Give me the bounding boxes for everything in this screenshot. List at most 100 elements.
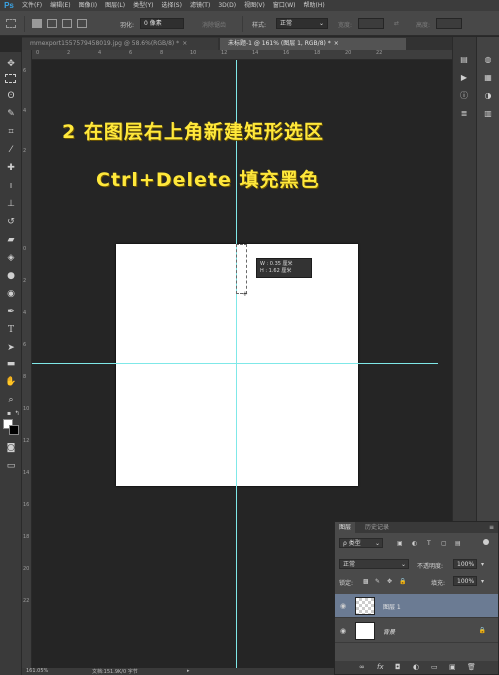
menu-3d[interactable]: 3D(D) bbox=[214, 0, 240, 11]
layer-name[interactable]: 背景 bbox=[383, 627, 395, 636]
fill-input[interactable]: 100% bbox=[453, 576, 477, 586]
new-group-icon[interactable]: ▭ bbox=[431, 663, 438, 671]
lock-pixels-icon[interactable]: ✎ bbox=[375, 578, 380, 585]
tab-untitled-1[interactable]: 未标题-1 @ 161% (图层 1, RGB/8) * × bbox=[220, 38, 406, 50]
lasso-tool-icon[interactable]: ʘ bbox=[4, 90, 18, 102]
swatches-panel-icon[interactable]: ▦ bbox=[482, 73, 494, 83]
layer-filter-select[interactable]: ρ 类型 ⌄ bbox=[339, 538, 383, 548]
crop-tool-icon[interactable]: ⌗ bbox=[4, 126, 18, 138]
paint-bucket-tool-icon[interactable]: ◈ bbox=[4, 252, 18, 264]
rectangular-marquee-tool-icon[interactable] bbox=[5, 74, 16, 83]
screen-mode-icon[interactable]: ▭ bbox=[4, 460, 18, 472]
ruler-horizontal[interactable]: 0 2 4 6 8 10 12 14 16 18 20 22 bbox=[22, 50, 452, 60]
eyedropper-tool-icon[interactable]: ⁄ bbox=[4, 144, 18, 156]
marquee-selection[interactable] bbox=[236, 244, 247, 294]
pixel-filter-icon[interactable]: ▣ bbox=[397, 540, 403, 547]
filter-toggle-icon[interactable] bbox=[483, 539, 489, 545]
fill-slider-icon[interactable]: ▾ bbox=[481, 578, 484, 585]
blur-tool-icon[interactable]: ● bbox=[4, 270, 18, 282]
tab-layers[interactable]: 图层 bbox=[335, 522, 356, 533]
style-value: 正常 bbox=[280, 20, 293, 27]
path-selection-tool-icon[interactable]: ➤ bbox=[4, 342, 18, 354]
tab-mmexport[interactable]: mmexport1557579458019.jpg @ 58.6%(RGB/8)… bbox=[22, 38, 218, 50]
new-layer-icon[interactable]: ▣ bbox=[449, 663, 456, 671]
actions-panel-icon[interactable]: ▶ bbox=[458, 73, 470, 83]
adjustment-layer-icon[interactable]: ◐ bbox=[413, 663, 419, 671]
swap-icon[interactable]: ⇄ bbox=[394, 20, 399, 27]
history-brush-tool-icon[interactable]: ↺ bbox=[4, 216, 18, 228]
style-select[interactable]: 正常 ⌄ bbox=[276, 18, 328, 29]
menu-edit[interactable]: 编辑(E) bbox=[46, 0, 74, 11]
menu-layer[interactable]: 图层(L) bbox=[101, 0, 129, 11]
status-arrow-icon[interactable]: ▸ bbox=[187, 668, 190, 674]
background-color-swatch[interactable] bbox=[9, 425, 19, 435]
layer-name[interactable]: 图层 1 bbox=[383, 602, 401, 611]
lock-transparent-icon[interactable]: ▩ bbox=[363, 578, 369, 585]
color-panel-icon[interactable]: ◍ bbox=[482, 55, 494, 65]
antialias-checkbox[interactable]: 消除锯齿 bbox=[202, 20, 226, 29]
quick-mask-icon[interactable]: ◙ bbox=[4, 442, 18, 454]
pen-tool-icon[interactable]: ✒ bbox=[4, 306, 18, 318]
vertical-guide[interactable] bbox=[236, 60, 237, 668]
menu-type[interactable]: 类型(Y) bbox=[129, 0, 157, 11]
delete-layer-icon[interactable]: 🗑 bbox=[467, 663, 476, 671]
type-tool-icon[interactable]: T bbox=[4, 324, 18, 336]
menu-file[interactable]: 文件(F) bbox=[18, 0, 46, 11]
add-selection-icon[interactable] bbox=[47, 19, 57, 28]
history-panel-icon[interactable]: ▤ bbox=[458, 55, 470, 65]
menu-filter[interactable]: 滤镜(T) bbox=[186, 0, 214, 11]
clone-stamp-tool-icon[interactable]: ⊥ bbox=[4, 198, 18, 210]
dodge-tool-icon[interactable]: ◉ bbox=[4, 288, 18, 300]
styles-panel-icon[interactable]: ▥ bbox=[482, 109, 494, 119]
type-filter-icon[interactable]: T bbox=[427, 540, 431, 547]
adjustment-filter-icon[interactable]: ◐ bbox=[412, 540, 417, 547]
tab-history[interactable]: 历史记录 bbox=[361, 522, 393, 533]
lock-position-icon[interactable]: ✥ bbox=[387, 578, 392, 585]
link-layers-icon[interactable]: ∞ bbox=[359, 663, 365, 671]
menu-select[interactable]: 选择(S) bbox=[157, 0, 186, 11]
eraser-tool-icon[interactable]: ▰ bbox=[4, 234, 18, 246]
visibility-eye-icon[interactable]: ◉ bbox=[340, 602, 346, 610]
width-input[interactable] bbox=[358, 18, 384, 29]
move-tool-icon[interactable]: ✥ bbox=[4, 58, 18, 70]
hand-tool-icon[interactable]: ✋ bbox=[4, 376, 18, 388]
height-input[interactable] bbox=[436, 18, 462, 29]
menu-image[interactable]: 图像(I) bbox=[75, 0, 101, 11]
marquee-tool-preset-icon[interactable] bbox=[6, 19, 16, 28]
blend-mode-select[interactable]: 正常 ⌄ bbox=[339, 559, 409, 569]
rectangle-tool-icon[interactable]: ▬ bbox=[4, 358, 18, 370]
photoshop-window: Ps 文件(F) 编辑(E) 图像(I) 图层(L) 类型(Y) 选择(S) 滤… bbox=[0, 0, 499, 675]
opacity-slider-icon[interactable]: ▾ bbox=[481, 561, 484, 568]
opacity-input[interactable]: 100% bbox=[453, 559, 477, 569]
ruler-vertical[interactable]: 6 4 2 0 2 4 6 8 10 12 14 16 18 20 22 bbox=[22, 50, 32, 670]
info-panel-icon[interactable]: ⓘ bbox=[458, 91, 470, 101]
healing-brush-tool-icon[interactable]: ✚ bbox=[4, 162, 18, 174]
ruler-tick-label: 8 bbox=[23, 374, 27, 380]
layer-style-icon[interactable]: fx bbox=[377, 663, 384, 671]
zoom-tool-icon[interactable]: ⌕ bbox=[4, 394, 18, 406]
document-size[interactable]: 文档:151.9K/0 字节 bbox=[92, 668, 138, 675]
horizontal-guide[interactable] bbox=[32, 363, 438, 364]
visibility-eye-icon[interactable]: ◉ bbox=[340, 627, 346, 635]
new-selection-icon[interactable] bbox=[32, 19, 42, 28]
intersect-selection-icon[interactable] bbox=[77, 19, 87, 28]
shape-filter-icon[interactable]: ▢ bbox=[441, 540, 447, 547]
layer-row-layer-1[interactable]: ◉ 图层 1 bbox=[335, 594, 498, 618]
menu-help[interactable]: 帮助(H) bbox=[300, 0, 329, 11]
adjustments-panel-icon[interactable]: ◑ bbox=[482, 91, 494, 101]
lock-all-icon[interactable]: 🔒 bbox=[399, 578, 406, 585]
panel-menu-icon[interactable]: ≡ bbox=[489, 524, 494, 531]
menu-view[interactable]: 视图(V) bbox=[240, 0, 269, 11]
close-icon[interactable]: × bbox=[334, 38, 339, 50]
properties-panel-icon[interactable]: ≣ bbox=[458, 109, 470, 119]
layer-row-background[interactable]: ◉ 背景 🔒 bbox=[335, 619, 498, 643]
zoom-level[interactable]: 161.05% bbox=[26, 668, 48, 674]
smart-object-filter-icon[interactable]: ▤ bbox=[455, 540, 461, 547]
brush-tool-icon[interactable]: ı bbox=[4, 180, 18, 192]
menu-window[interactable]: 窗口(W) bbox=[269, 0, 300, 11]
subtract-selection-icon[interactable] bbox=[62, 19, 72, 28]
quick-selection-tool-icon[interactable]: ✎ bbox=[4, 108, 18, 120]
feather-input[interactable]: 0 像素 bbox=[140, 18, 184, 29]
add-mask-icon[interactable]: ◘ bbox=[395, 663, 401, 671]
close-icon[interactable]: × bbox=[182, 38, 187, 50]
